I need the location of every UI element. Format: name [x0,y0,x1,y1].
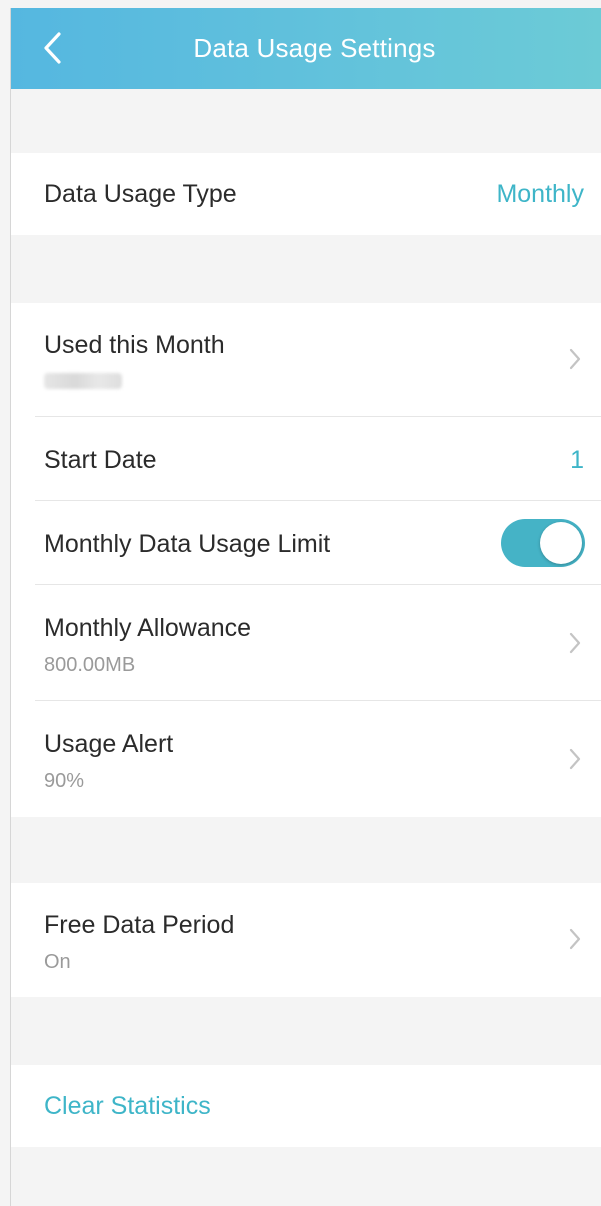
data-usage-type-value: Monthly [496,180,584,208]
section-usage-type: Data Usage Type Monthly [11,153,601,235]
chevron-right-icon [569,348,581,370]
row-free-data-period[interactable]: Free Data Period On [11,883,601,997]
page-title: Data Usage Settings [193,33,436,63]
toggle-knob [540,522,582,564]
clear-statistics-label: Clear Statistics [44,1092,211,1120]
usage-alert-value: 90% [44,770,85,792]
section-free-data-period: Free Data Period On [11,883,601,997]
row-start-date[interactable]: Start Date 1 [11,417,601,501]
chevron-right-icon [569,748,581,770]
row-usage-alert[interactable]: Usage Alert 90% [11,701,601,817]
row-monthly-data-usage-limit: Monthly Data Usage Limit [11,501,601,585]
free-data-period-label: Free Data Period [44,911,235,939]
section-usage-settings: Used this Month Start Date 1 Monthly Dat… [11,303,601,817]
app-frame: Data Usage Settings Data Usage Type Mont… [10,8,601,1206]
start-date-value: 1 [570,446,584,474]
monthly-allowance-label: Monthly Allowance [44,614,252,642]
row-used-this-month[interactable]: Used this Month [11,303,601,417]
row-data-usage-type[interactable]: Data Usage Type Monthly [11,153,601,235]
clear-statistics-button[interactable]: Clear Statistics [11,1065,601,1147]
data-usage-type-label: Data Usage Type [44,180,237,208]
free-data-period-value: On [44,951,71,973]
row-monthly-allowance[interactable]: Monthly Allowance 800.00MB [11,585,601,701]
usage-alert-label: Usage Alert [44,730,174,758]
chevron-right-icon [569,632,581,654]
used-this-month-value-blurred [44,373,122,389]
chevron-right-icon [569,928,581,950]
nav-header: Data Usage Settings [11,8,601,89]
start-date-label: Start Date [44,446,157,474]
monthly-allowance-value: 800.00MB [44,654,136,676]
used-this-month-label: Used this Month [44,331,225,359]
monthly-limit-toggle[interactable] [501,519,585,567]
monthly-data-usage-limit-label: Monthly Data Usage Limit [44,530,331,558]
section-clear-statistics: Clear Statistics [11,1065,601,1147]
